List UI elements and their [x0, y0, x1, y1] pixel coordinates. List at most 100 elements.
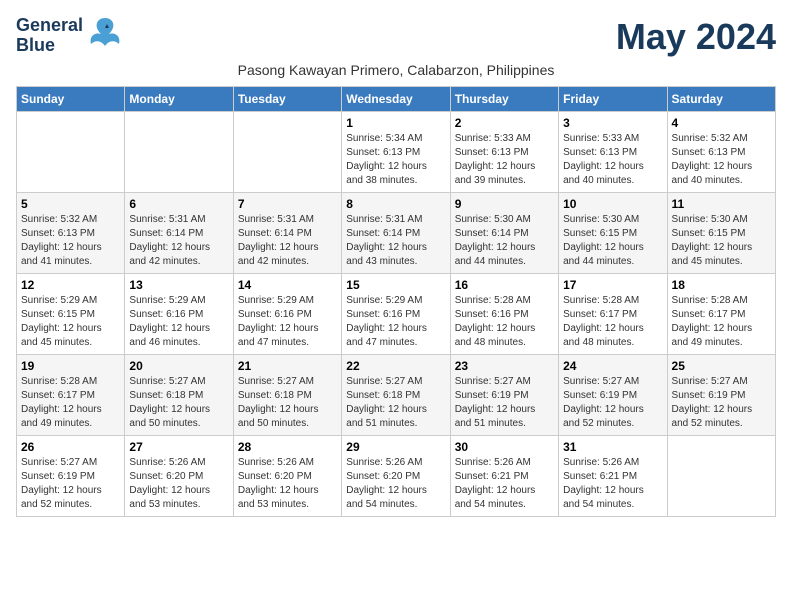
day-info: Sunrise: 5:29 AM Sunset: 6:16 PM Dayligh…	[129, 294, 228, 350]
day-info: Sunrise: 5:32 AM Sunset: 6:13 PM Dayligh…	[672, 132, 771, 188]
calendar-cell: 6 Sunrise: 5:31 AM Sunset: 6:14 PM Daylig…	[125, 193, 233, 274]
day-number: 25	[672, 359, 771, 373]
calendar-cell: 16 Sunrise: 5:28 AM Sunset: 6:16 PM Dayli…	[450, 274, 558, 355]
day-number: 13	[129, 278, 228, 292]
calendar-cell	[667, 436, 775, 517]
day-number: 11	[672, 197, 771, 211]
calendar-week-row: 12 Sunrise: 5:29 AM Sunset: 6:15 PM Dayli…	[17, 274, 776, 355]
day-number: 22	[346, 359, 445, 373]
weekday-header-monday: Monday	[125, 87, 233, 112]
day-info: Sunrise: 5:31 AM Sunset: 6:14 PM Dayligh…	[129, 213, 228, 269]
calendar-cell: 29Sunrise: 5:26 AM Sunset: 6:20 PM Dayli…	[342, 436, 450, 517]
day-number: 31	[563, 440, 662, 454]
day-info: Sunrise: 5:32 AM Sunset: 6:13 PM Dayligh…	[21, 213, 120, 269]
day-info: Sunrise: 5:26 AM Sunset: 6:21 PM Dayligh…	[563, 456, 662, 512]
calendar-cell: 18Sunrise: 5:28 AM Sunset: 6:17 PM Dayli…	[667, 274, 775, 355]
day-info: Sunrise: 5:28 AM Sunset: 6:16 PM Dayligh…	[455, 294, 554, 350]
day-number: 3	[563, 116, 662, 130]
day-number: 27	[129, 440, 228, 454]
day-info: Sunrise: 5:30 AM Sunset: 6:15 PM Dayligh…	[672, 213, 771, 269]
day-info: Sunrise: 5:30 AM Sunset: 6:14 PM Dayligh…	[455, 213, 554, 269]
logo-text-blue: Blue	[16, 36, 83, 56]
day-info: Sunrise: 5:29 AM Sunset: 6:16 PM Dayligh…	[346, 294, 445, 350]
month-title: May 2024	[616, 16, 776, 58]
day-info: Sunrise: 5:27 AM Sunset: 6:19 PM Dayligh…	[563, 375, 662, 431]
day-number: 2	[455, 116, 554, 130]
calendar-cell: 23Sunrise: 5:27 AM Sunset: 6:19 PM Dayli…	[450, 355, 558, 436]
day-number: 4	[672, 116, 771, 130]
day-number: 10	[563, 197, 662, 211]
day-info: Sunrise: 5:31 AM Sunset: 6:14 PM Dayligh…	[238, 213, 337, 269]
day-info: Sunrise: 5:26 AM Sunset: 6:21 PM Dayligh…	[455, 456, 554, 512]
day-info: Sunrise: 5:27 AM Sunset: 6:19 PM Dayligh…	[21, 456, 120, 512]
day-number: 28	[238, 440, 337, 454]
weekday-header-thursday: Thursday	[450, 87, 558, 112]
day-number: 17	[563, 278, 662, 292]
calendar-cell: 8 Sunrise: 5:31 AM Sunset: 6:14 PM Daylig…	[342, 193, 450, 274]
calendar-cell: 27 Sunrise: 5:26 AM Sunset: 6:20 PM Dayli…	[125, 436, 233, 517]
day-number: 14	[238, 278, 337, 292]
calendar-cell: 19 Sunrise: 5:28 AM Sunset: 6:17 PM Dayli…	[17, 355, 125, 436]
day-number: 19	[21, 359, 120, 373]
calendar-cell: 3Sunrise: 5:33 AM Sunset: 6:13 PM Daylig…	[559, 112, 667, 193]
day-number: 18	[672, 278, 771, 292]
day-number: 20	[129, 359, 228, 373]
logo-text-general: General	[16, 16, 83, 36]
calendar-cell: 5Sunrise: 5:32 AM Sunset: 6:13 PM Daylig…	[17, 193, 125, 274]
calendar-cell: 20 Sunrise: 5:27 AM Sunset: 6:18 PM Dayli…	[125, 355, 233, 436]
day-number: 29	[346, 440, 445, 454]
calendar-cell: 7Sunrise: 5:31 AM Sunset: 6:14 PM Daylig…	[233, 193, 341, 274]
calendar-cell: 26Sunrise: 5:27 AM Sunset: 6:19 PM Dayli…	[17, 436, 125, 517]
calendar-cell: 17 Sunrise: 5:28 AM Sunset: 6:17 PM Dayli…	[559, 274, 667, 355]
day-number: 30	[455, 440, 554, 454]
day-number: 1	[346, 116, 445, 130]
day-info: Sunrise: 5:29 AM Sunset: 6:16 PM Dayligh…	[238, 294, 337, 350]
calendar-week-row: 26Sunrise: 5:27 AM Sunset: 6:19 PM Dayli…	[17, 436, 776, 517]
calendar-cell: 22Sunrise: 5:27 AM Sunset: 6:18 PM Dayli…	[342, 355, 450, 436]
day-number: 6	[129, 197, 228, 211]
calendar-cell	[233, 112, 341, 193]
calendar-cell: 1Sunrise: 5:34 AM Sunset: 6:13 PM Daylig…	[342, 112, 450, 193]
day-info: Sunrise: 5:26 AM Sunset: 6:20 PM Dayligh…	[129, 456, 228, 512]
day-info: Sunrise: 5:27 AM Sunset: 6:18 PM Dayligh…	[238, 375, 337, 431]
calendar-cell: 11 Sunrise: 5:30 AM Sunset: 6:15 PM Dayli…	[667, 193, 775, 274]
day-info: Sunrise: 5:27 AM Sunset: 6:19 PM Dayligh…	[672, 375, 771, 431]
calendar-cell: 14 Sunrise: 5:29 AM Sunset: 6:16 PM Dayli…	[233, 274, 341, 355]
day-info: Sunrise: 5:30 AM Sunset: 6:15 PM Dayligh…	[563, 213, 662, 269]
calendar-cell	[17, 112, 125, 193]
calendar-cell: 25 Sunrise: 5:27 AM Sunset: 6:19 PM Dayli…	[667, 355, 775, 436]
day-number: 12	[21, 278, 120, 292]
day-info: Sunrise: 5:26 AM Sunset: 6:20 PM Dayligh…	[238, 456, 337, 512]
logo: General Blue	[16, 16, 123, 56]
calendar-cell: 21 Sunrise: 5:27 AM Sunset: 6:18 PM Dayli…	[233, 355, 341, 436]
day-info: Sunrise: 5:31 AM Sunset: 6:14 PM Dayligh…	[346, 213, 445, 269]
calendar-cell	[125, 112, 233, 193]
calendar-week-row: 5Sunrise: 5:32 AM Sunset: 6:13 PM Daylig…	[17, 193, 776, 274]
day-info: Sunrise: 5:27 AM Sunset: 6:18 PM Dayligh…	[129, 375, 228, 431]
day-info: Sunrise: 5:28 AM Sunset: 6:17 PM Dayligh…	[21, 375, 120, 431]
day-number: 24	[563, 359, 662, 373]
calendar-cell: 10 Sunrise: 5:30 AM Sunset: 6:15 PM Dayli…	[559, 193, 667, 274]
calendar-cell: 2 Sunrise: 5:33 AM Sunset: 6:13 PM Daylig…	[450, 112, 558, 193]
weekday-header-sunday: Sunday	[17, 87, 125, 112]
day-info: Sunrise: 5:33 AM Sunset: 6:13 PM Dayligh…	[455, 132, 554, 188]
day-number: 15	[346, 278, 445, 292]
weekday-header-row: SundayMondayTuesdayWednesdayThursdayFrid…	[17, 87, 776, 112]
calendar-week-row: 19 Sunrise: 5:28 AM Sunset: 6:17 PM Dayli…	[17, 355, 776, 436]
location-subtitle: Pasong Kawayan Primero, Calabarzon, Phil…	[16, 62, 776, 78]
day-number: 9	[455, 197, 554, 211]
calendar-cell: 13 Sunrise: 5:29 AM Sunset: 6:16 PM Dayli…	[125, 274, 233, 355]
day-number: 23	[455, 359, 554, 373]
calendar-cell: 24 Sunrise: 5:27 AM Sunset: 6:19 PM Dayli…	[559, 355, 667, 436]
weekday-header-saturday: Saturday	[667, 87, 775, 112]
weekday-header-wednesday: Wednesday	[342, 87, 450, 112]
calendar-week-row: 1Sunrise: 5:34 AM Sunset: 6:13 PM Daylig…	[17, 112, 776, 193]
day-info: Sunrise: 5:28 AM Sunset: 6:17 PM Dayligh…	[563, 294, 662, 350]
calendar-cell: 28 Sunrise: 5:26 AM Sunset: 6:20 PM Dayli…	[233, 436, 341, 517]
day-number: 8	[346, 197, 445, 211]
day-number: 16	[455, 278, 554, 292]
day-info: Sunrise: 5:29 AM Sunset: 6:15 PM Dayligh…	[21, 294, 120, 350]
calendar-cell: 31 Sunrise: 5:26 AM Sunset: 6:21 PM Dayli…	[559, 436, 667, 517]
weekday-header-friday: Friday	[559, 87, 667, 112]
day-number: 21	[238, 359, 337, 373]
